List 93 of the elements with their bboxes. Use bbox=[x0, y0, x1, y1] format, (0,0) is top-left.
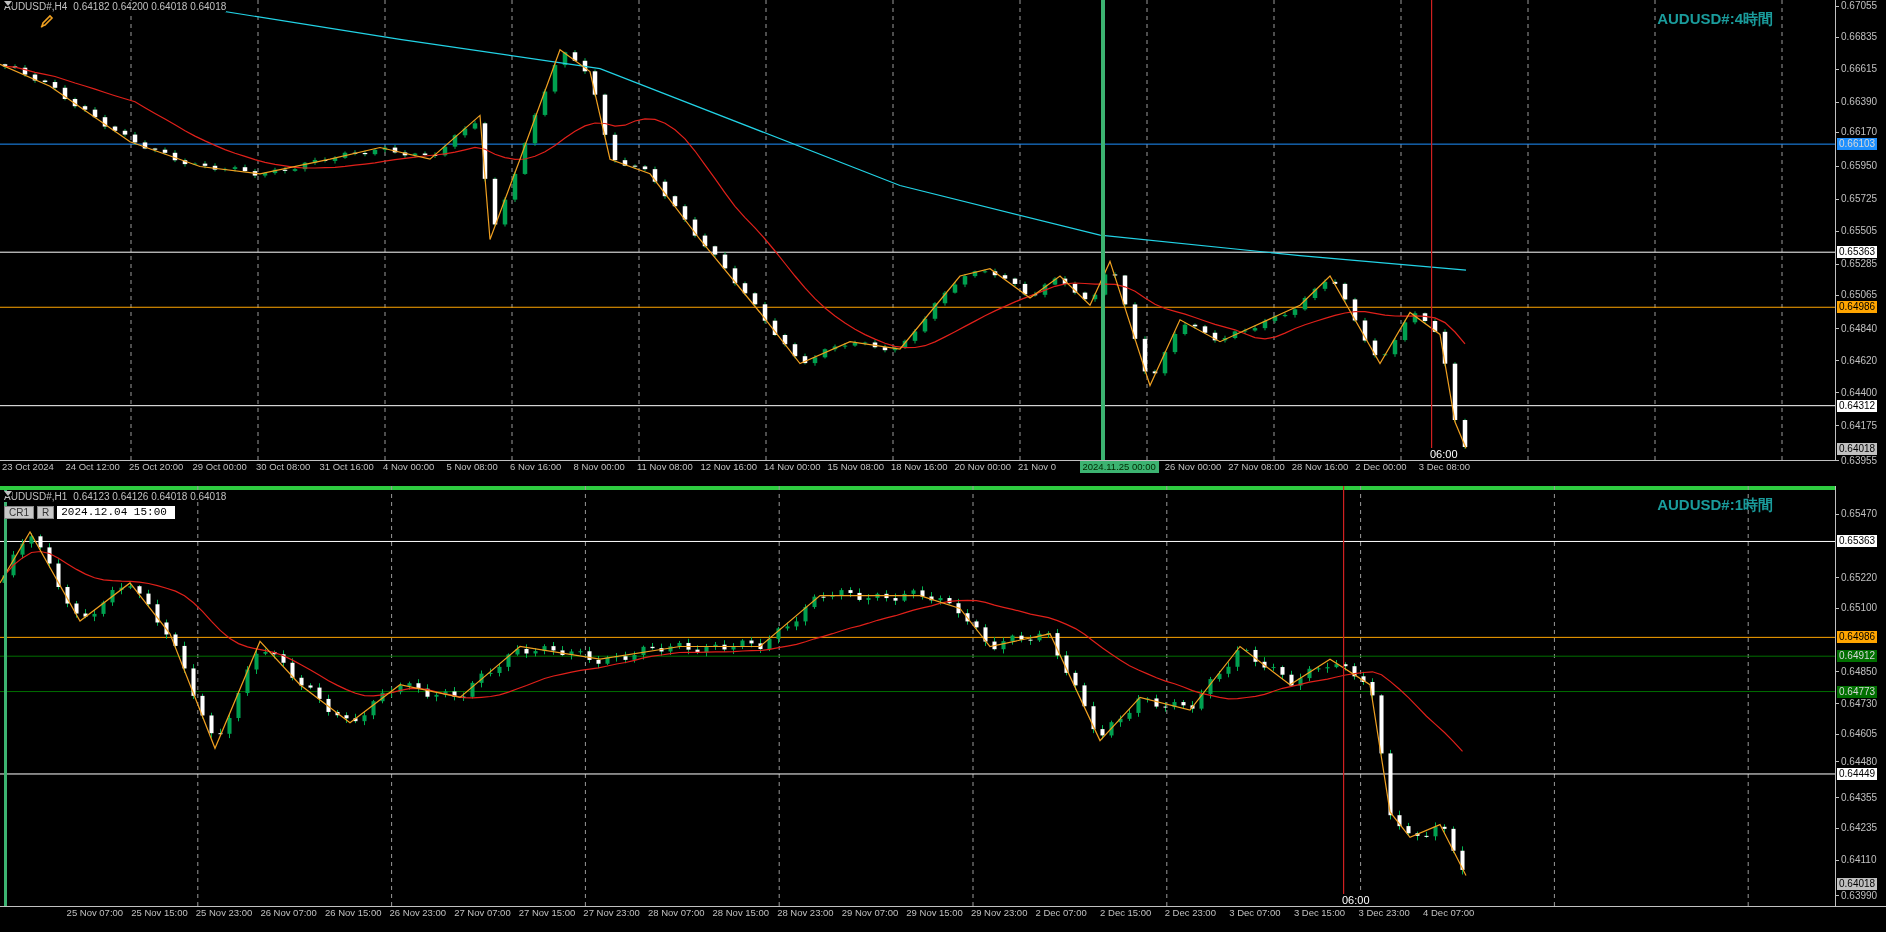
price-tick-label: 0.65470 bbox=[1836, 508, 1878, 521]
time-axis-label: 28 Nov 15:00 bbox=[711, 907, 771, 919]
time-axis-label: 2 Dec 15:00 bbox=[1099, 907, 1153, 919]
price-tick-label: 0.64730 bbox=[1836, 697, 1878, 710]
time-highlight-label: 2024.11.25 00:00 bbox=[1079, 461, 1159, 473]
price-tick-label: 0.63990 bbox=[1836, 889, 1878, 902]
ohlc-values: 0.64123 0.64126 0.64018 0.64018 bbox=[73, 491, 227, 502]
price-label: 0.64986 bbox=[1837, 631, 1878, 644]
price-tick-label: 0.65220 bbox=[1836, 571, 1878, 584]
time-axis-label: 26 Nov 07:00 bbox=[259, 907, 318, 919]
toolbar-button[interactable]: CR1 bbox=[4, 506, 34, 519]
price-tick-label: 0.64235 bbox=[1836, 822, 1878, 835]
time-axis-label: 25 Nov 07:00 bbox=[65, 907, 125, 919]
time-axis-label: 14 Nov 00:00 bbox=[763, 461, 822, 473]
time-axis-label: 26 Nov 00:00 bbox=[1163, 461, 1223, 473]
price-tick-label: 0.65285 bbox=[1836, 258, 1878, 271]
time-axis-label: 30 Oct 08:00 bbox=[255, 461, 312, 473]
symbol-label: AUDUSD#,H1 bbox=[4, 491, 68, 502]
chart-title: AUDUSD#:1時間 bbox=[1657, 496, 1774, 515]
price-label: 0.64912 bbox=[1837, 650, 1878, 663]
price-tick-label: 0.66170 bbox=[1836, 126, 1878, 139]
time-axis-label: 4 Nov 00:00 bbox=[382, 461, 436, 473]
time-axis-label: 29 Nov 23:00 bbox=[969, 907, 1029, 919]
time-axis-label: 24 Oct 12:00 bbox=[64, 461, 121, 473]
time-axis-label: 21 Nov 0 bbox=[1017, 461, 1058, 473]
price-tick-label: 0.65950 bbox=[1836, 160, 1878, 173]
time-axis-label: 25 Nov 23:00 bbox=[194, 907, 254, 919]
time-axis-label: 12 Nov 16:00 bbox=[699, 461, 758, 473]
chart-title: AUDUSD#:4時間 bbox=[1657, 10, 1774, 29]
price-label: 0.65363 bbox=[1837, 535, 1878, 548]
time-axis-label: 27 Nov 15:00 bbox=[517, 907, 577, 919]
ohlc-values: 0.64182 0.64200 0.64018 0.64018 bbox=[73, 1, 227, 12]
time-axis-label: 20 Nov 00:00 bbox=[953, 461, 1012, 473]
price-tick-label: 0.64175 bbox=[1836, 419, 1878, 432]
time-axis-label: 2 Dec 00:00 bbox=[1354, 461, 1408, 473]
price-tick-label: 0.67055 bbox=[1836, 0, 1878, 12]
price-label: 0.64312 bbox=[1837, 399, 1878, 412]
price-tick-label: 0.64110 bbox=[1836, 854, 1877, 867]
time-axis-label: 5 Nov 08:00 bbox=[445, 461, 499, 473]
time-axis-label: 3 Dec 08:00 bbox=[1417, 461, 1471, 473]
time-axis-label: 18 Nov 16:00 bbox=[890, 461, 949, 473]
time-axis-label: 8 Nov 00:00 bbox=[572, 461, 626, 473]
time-axis-label: 28 Nov 07:00 bbox=[646, 907, 706, 919]
time-axis-label: 29 Nov 15:00 bbox=[905, 907, 964, 919]
time-axis-label: 29 Oct 00:00 bbox=[191, 461, 248, 473]
price-label: 0.65363 bbox=[1837, 246, 1878, 259]
time-axis-label: 27 Nov 07:00 bbox=[453, 907, 512, 919]
time-axis-label: 26 Nov 23:00 bbox=[388, 907, 448, 919]
time-axis-label: 25 Oct 20:00 bbox=[128, 461, 185, 473]
time-axis-label: 29 Nov 07:00 bbox=[840, 907, 900, 919]
price-label: 0.66103 bbox=[1837, 138, 1878, 151]
time-axis-label: 15 Nov 08:00 bbox=[826, 461, 885, 473]
price-tick-label: 0.66390 bbox=[1836, 96, 1878, 109]
time-axis-label: 6 Nov 16:00 bbox=[509, 461, 563, 473]
price-tick-label: 0.66835 bbox=[1836, 31, 1878, 44]
time-axis-label: 27 Nov 08:00 bbox=[1227, 461, 1286, 473]
symbol-label: AUDUSD#,H4 bbox=[4, 1, 68, 12]
price-tick-label: 0.64480 bbox=[1836, 755, 1878, 768]
time-axis-label: 4 Dec 07:00 bbox=[1422, 907, 1476, 919]
cursor-time-label: 06:00 bbox=[1429, 448, 1459, 460]
time-axis-label: 2 Dec 23:00 bbox=[1163, 907, 1217, 919]
price-tick-label: 0.64850 bbox=[1836, 665, 1878, 678]
price-label: 0.64773 bbox=[1837, 685, 1878, 698]
time-axis-label: 28 Nov 16:00 bbox=[1290, 461, 1350, 473]
time-axis-label: 11 Nov 08:00 bbox=[636, 461, 694, 473]
date-input-field[interactable]: 2024.12.04 15:00 bbox=[57, 506, 176, 519]
price-tick-label: 0.65065 bbox=[1836, 289, 1878, 302]
price-label: 0.64449 bbox=[1837, 767, 1878, 780]
price-tick-label: 0.63955 bbox=[1836, 454, 1878, 467]
time-axis-label: 28 Nov 23:00 bbox=[776, 907, 835, 919]
time-axis-label: 27 Nov 23:00 bbox=[582, 907, 641, 919]
time-axis-label: 25 Nov 15:00 bbox=[130, 907, 189, 919]
price-label: 0.64018 bbox=[1837, 877, 1878, 890]
price-tick-label: 0.64605 bbox=[1836, 728, 1878, 741]
time-axis-label: 3 Dec 15:00 bbox=[1292, 907, 1347, 919]
time-axis-label: 3 Dec 07:00 bbox=[1228, 907, 1282, 919]
price-tick-label: 0.64400 bbox=[1836, 386, 1878, 399]
price-tick-label: 0.66615 bbox=[1836, 63, 1878, 76]
price-tick-label: 0.64840 bbox=[1836, 322, 1878, 335]
price-tick-label: 0.65505 bbox=[1836, 225, 1878, 238]
time-axis-label: 2 Dec 07:00 bbox=[1034, 907, 1088, 919]
toolbar-button[interactable]: R bbox=[37, 506, 55, 519]
time-axis-label: 31 Oct 16:00 bbox=[318, 461, 375, 473]
time-axis-label: 3 Dec 23:00 bbox=[1357, 907, 1411, 919]
price-tick-label: 0.64355 bbox=[1836, 791, 1878, 804]
price-label: 0.64986 bbox=[1837, 301, 1878, 314]
price-tick-label: 0.65725 bbox=[1836, 193, 1878, 206]
price-tick-label: 0.64620 bbox=[1836, 354, 1878, 367]
price-tick-label: 0.65100 bbox=[1836, 602, 1878, 615]
cursor-time-label: 06:00 bbox=[1341, 894, 1371, 906]
time-axis-label: 26 Nov 15:00 bbox=[323, 907, 383, 919]
time-axis-label: 23 Oct 2024 bbox=[1, 461, 55, 473]
price-label: 0.64018 bbox=[1837, 442, 1878, 455]
